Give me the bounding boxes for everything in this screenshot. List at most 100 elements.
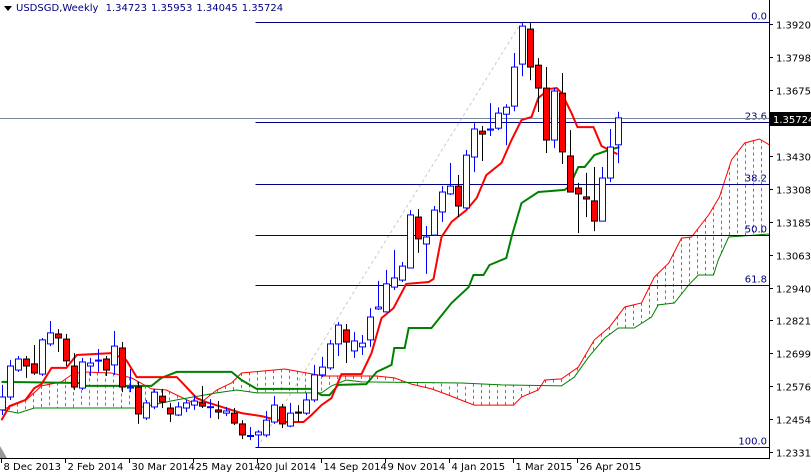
candle-body [599, 177, 606, 222]
candle-body [559, 92, 566, 153]
bull-candle [7, 360, 14, 400]
bear-candle [543, 67, 550, 153]
candle-body [471, 128, 478, 158]
price-tick-label: 1.31855 [776, 219, 811, 230]
candle-body [31, 363, 38, 374]
candle-body [383, 283, 390, 313]
candle-body [239, 423, 246, 436]
candle-body [151, 391, 158, 408]
bull-candle [255, 430, 262, 448]
candle-body [327, 343, 334, 369]
bull-candle [471, 123, 478, 173]
bull-candle [263, 410, 270, 438]
candle-body [575, 187, 582, 195]
candle-body [455, 185, 462, 207]
bull-candle [151, 388, 158, 410]
bear-candle [31, 345, 38, 375]
candle-body [607, 146, 614, 179]
candle-body [223, 410, 230, 414]
candle-body [231, 412, 238, 424]
candle-body [183, 402, 190, 409]
candle-body [511, 66, 518, 107]
bull-candle [183, 399, 190, 413]
candle-body [343, 329, 350, 343]
bear-candle [559, 72, 566, 165]
bear-candle [167, 402, 174, 423]
bull-candle [287, 402, 294, 428]
bull-candle [95, 349, 102, 372]
bull-candle [551, 88, 558, 149]
bull-candle [423, 225, 430, 274]
bear-candle [159, 388, 166, 409]
bear-candle [63, 333, 70, 367]
candle-body [479, 130, 486, 135]
bear-candle [279, 403, 286, 428]
candle-body [199, 402, 206, 407]
candle-body [359, 342, 366, 348]
fib-trendline [257, 21, 522, 448]
fib-level-label: 61.8 [745, 275, 767, 286]
candle-body [215, 409, 222, 413]
bull-candle [391, 249, 398, 291]
price-tick-label: 1.30630 [776, 252, 811, 263]
fib-level-label: 38.2 [745, 174, 767, 185]
bull-candle [599, 166, 606, 222]
bull-candle [359, 335, 366, 355]
fib-level-label: 23.6 [745, 112, 767, 123]
senkou-span-a-line [1, 138, 770, 411]
bear-candle [479, 126, 486, 162]
ichimoku-cloud [1, 138, 770, 414]
candle-body [487, 128, 494, 131]
candle-body [263, 419, 270, 436]
current-price-label: 1.35724 [773, 115, 811, 126]
bear-candle [583, 172, 590, 218]
candle-body [207, 406, 214, 409]
candle-body [351, 340, 358, 352]
bear-candle [343, 323, 350, 364]
bear-candle [55, 329, 62, 353]
price-axis: 1.39205 1.37980 1.36755 1.34305 1.33080 1.318… [769, 21, 811, 460]
price-tick-label: 1.37980 [776, 54, 811, 65]
candle-body [287, 412, 294, 427]
price-tick-label: 1.33080 [776, 186, 811, 197]
bull-candle [247, 427, 254, 441]
bull-candle [319, 356, 326, 378]
price-chart[interactable]: 0.023.638.250.061.8100.0 1.392051.379801… [0, 0, 811, 475]
candle-body [247, 434, 254, 437]
candle-body [391, 277, 398, 288]
price-tick-label: 1.36755 [776, 87, 811, 98]
bull-candle [303, 392, 310, 416]
bull-candle [271, 396, 278, 424]
time-tick-label: 4 Jan 2015 [452, 462, 506, 473]
candle-body [543, 87, 550, 141]
candle-body [551, 90, 558, 141]
candle-body [295, 411, 302, 414]
candle-body [407, 214, 414, 269]
bull-candle [495, 107, 502, 131]
bull-candle [143, 399, 150, 421]
candle-body [7, 365, 14, 398]
chart-shift-marker-icon[interactable] [0, 446, 7, 458]
time-tick-label: 14 Sep 2014 [324, 462, 387, 473]
bear-candle [239, 420, 246, 439]
bull-candle [519, 23, 526, 77]
candle-body [399, 265, 406, 281]
candle-body [0, 396, 6, 411]
bear-candle [455, 175, 462, 218]
candle-body [583, 196, 590, 200]
bear-candle [23, 356, 30, 378]
candle-body [279, 406, 286, 425]
price-tick-label: 1.34305 [776, 153, 811, 164]
candle-body [567, 155, 574, 193]
fib-level-label: 100.0 [738, 437, 767, 448]
bull-candle [431, 206, 438, 236]
candle-body [527, 28, 534, 68]
bear-candle [215, 401, 222, 420]
candle-body [167, 407, 174, 415]
bull-candle [79, 357, 86, 390]
bull-candle [399, 262, 406, 282]
candle-body [431, 209, 438, 236]
time-tick-label: 9 Nov 2014 [388, 462, 446, 473]
candle-body [191, 400, 198, 406]
time-tick-label: 26 Apr 2015 [580, 462, 642, 473]
